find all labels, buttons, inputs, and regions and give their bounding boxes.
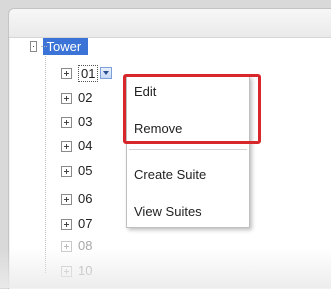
tree-node-floor[interactable]: 02 [61,89,92,107]
tree-node-floor[interactable]: 05 [61,162,92,180]
tree-connector [45,53,46,273]
tree-node-label[interactable]: 03 [78,113,92,131]
expand-icon[interactable] [61,140,72,152]
tree-node-floor[interactable]: 07 [61,215,92,233]
tree-node-label[interactable]: 07 [78,215,92,233]
tree-node-floor[interactable]: 03 [61,113,92,131]
tree-node-floor: 10 [61,262,92,280]
expand-icon [61,240,72,252]
tree-node-floor: 08 [61,237,92,255]
context-menu: Edit Remove Create Suite View Suites [126,76,250,228]
tree-node-label[interactable]: 02 [78,89,92,107]
expand-icon[interactable] [61,92,72,104]
menu-separator [129,149,247,150]
tree-node-floor[interactable]: 04 [61,137,92,155]
tree-node-floor[interactable]: 01 [61,64,113,82]
tree-node-label: 08 [78,238,93,253]
tree-node-label: 10 [78,263,93,278]
tree-node-label[interactable]: 01 [78,64,99,82]
tree-connector [41,46,47,47]
tree-node-label[interactable]: 06 [78,190,92,208]
menu-item-edit[interactable]: Edit [127,80,249,104]
tree-node-floor[interactable]: 06 [61,190,92,208]
tree-node-root[interactable]: Tower One [30,37,88,71]
dropdown-arrow-icon[interactable] [100,67,113,79]
expand-icon[interactable] [61,67,72,79]
expand-icon[interactable] [61,193,72,205]
expand-icon [61,265,72,277]
panel-header [9,9,331,38]
collapse-icon[interactable] [30,40,38,52]
menu-item-remove[interactable]: Remove [127,117,249,141]
expand-icon[interactable] [61,165,72,177]
tree-node-label[interactable]: 04 [78,137,92,155]
expand-icon[interactable] [61,218,72,230]
tree-node-label[interactable]: Tower One [43,37,88,71]
menu-item-view-suites[interactable]: View Suites [127,200,249,224]
menu-item-create-suite[interactable]: Create Suite [127,163,249,187]
tree-node-label[interactable]: 05 [78,162,92,180]
expand-icon[interactable] [61,116,72,128]
